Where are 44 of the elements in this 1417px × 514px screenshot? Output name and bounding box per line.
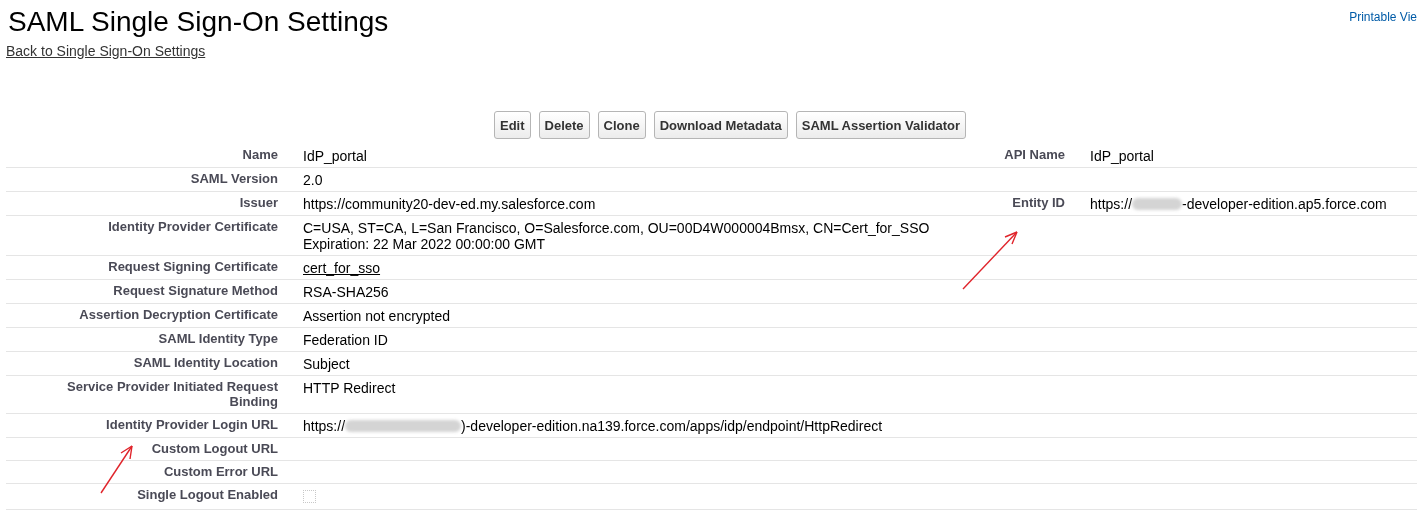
field-label: SAML Identity Location: [133, 355, 278, 370]
page-title: SAML Single Sign-On Settings: [8, 5, 389, 39]
back-link[interactable]: Back to Single Sign-On Settings: [6, 43, 206, 59]
field-value: https://community20-dev-ed.my.salesforce.com: [303, 196, 596, 212]
field-label: Custom Error URL: [163, 464, 278, 479]
field-value: -developer-edition.ap5.force.com: [1182, 196, 1387, 212]
field-label: Request Signature Method: [113, 283, 278, 298]
field-label: API Name: [1004, 147, 1065, 162]
field-value: IdP_portal: [303, 148, 367, 164]
field-value: RSA-SHA256: [303, 284, 389, 300]
printable-view-link[interactable]: Printable Vie: [1349, 10, 1417, 24]
checkbox[interactable]: [303, 490, 316, 503]
field-label: Request Signing Certificate: [108, 259, 278, 274]
field-value: https://: [303, 418, 346, 434]
field-value: Expiration: 22 Mar 2022 00:00:00 GMT: [303, 236, 547, 252]
field-label: Assertion Decryption Certificate: [79, 307, 278, 322]
redacted-blur: [1132, 198, 1183, 210]
action-button[interactable]: Clone: [597, 111, 646, 139]
field-value: )-developer-edition.na139.force.com/apps/idp/endpoint/HttpRedirect: [461, 418, 883, 434]
field-label: Custom Logout URL: [151, 441, 278, 456]
field-value: IdP_portal: [1090, 148, 1154, 164]
action-button[interactable]: Delete: [538, 111, 590, 139]
certificate-link[interactable]: cert_for_sso: [303, 260, 381, 276]
field-label: Service Provider Initiated Request Binding: [67, 379, 278, 409]
field-value: C=USA, ST=CA, L=San Francisco, O=Salesforce.com, OU=00D4W000004Bmsx, CN=Cert_for_SSO: [303, 220, 931, 236]
field-label: Single Logout Enabled: [137, 487, 278, 502]
field-label: SAML Version: [190, 171, 278, 186]
field-label: SAML Identity Type: [158, 331, 278, 346]
annotation-arrow: [99, 443, 135, 495]
field-label: Name: [242, 147, 278, 162]
field-label: Entity ID: [1012, 195, 1065, 210]
action-button[interactable]: Edit: [494, 111, 531, 139]
field-label: Issuer: [239, 195, 278, 210]
field-value: Subject: [303, 356, 350, 372]
field-value: 2.0: [303, 172, 323, 188]
field-value: Assertion not encrypted: [303, 308, 451, 324]
action-button[interactable]: Download Metadata: [653, 111, 788, 139]
field-value: https://: [1090, 196, 1133, 212]
field-value: Federation ID: [303, 332, 388, 348]
action-button[interactable]: SAML Assertion Validator: [795, 111, 966, 139]
field-label: Identity Provider Certificate: [108, 219, 278, 234]
field-label: Identity Provider Login URL: [106, 417, 278, 432]
annotation-arrow: [961, 229, 1021, 291]
field-value: HTTP Redirect: [303, 380, 396, 396]
